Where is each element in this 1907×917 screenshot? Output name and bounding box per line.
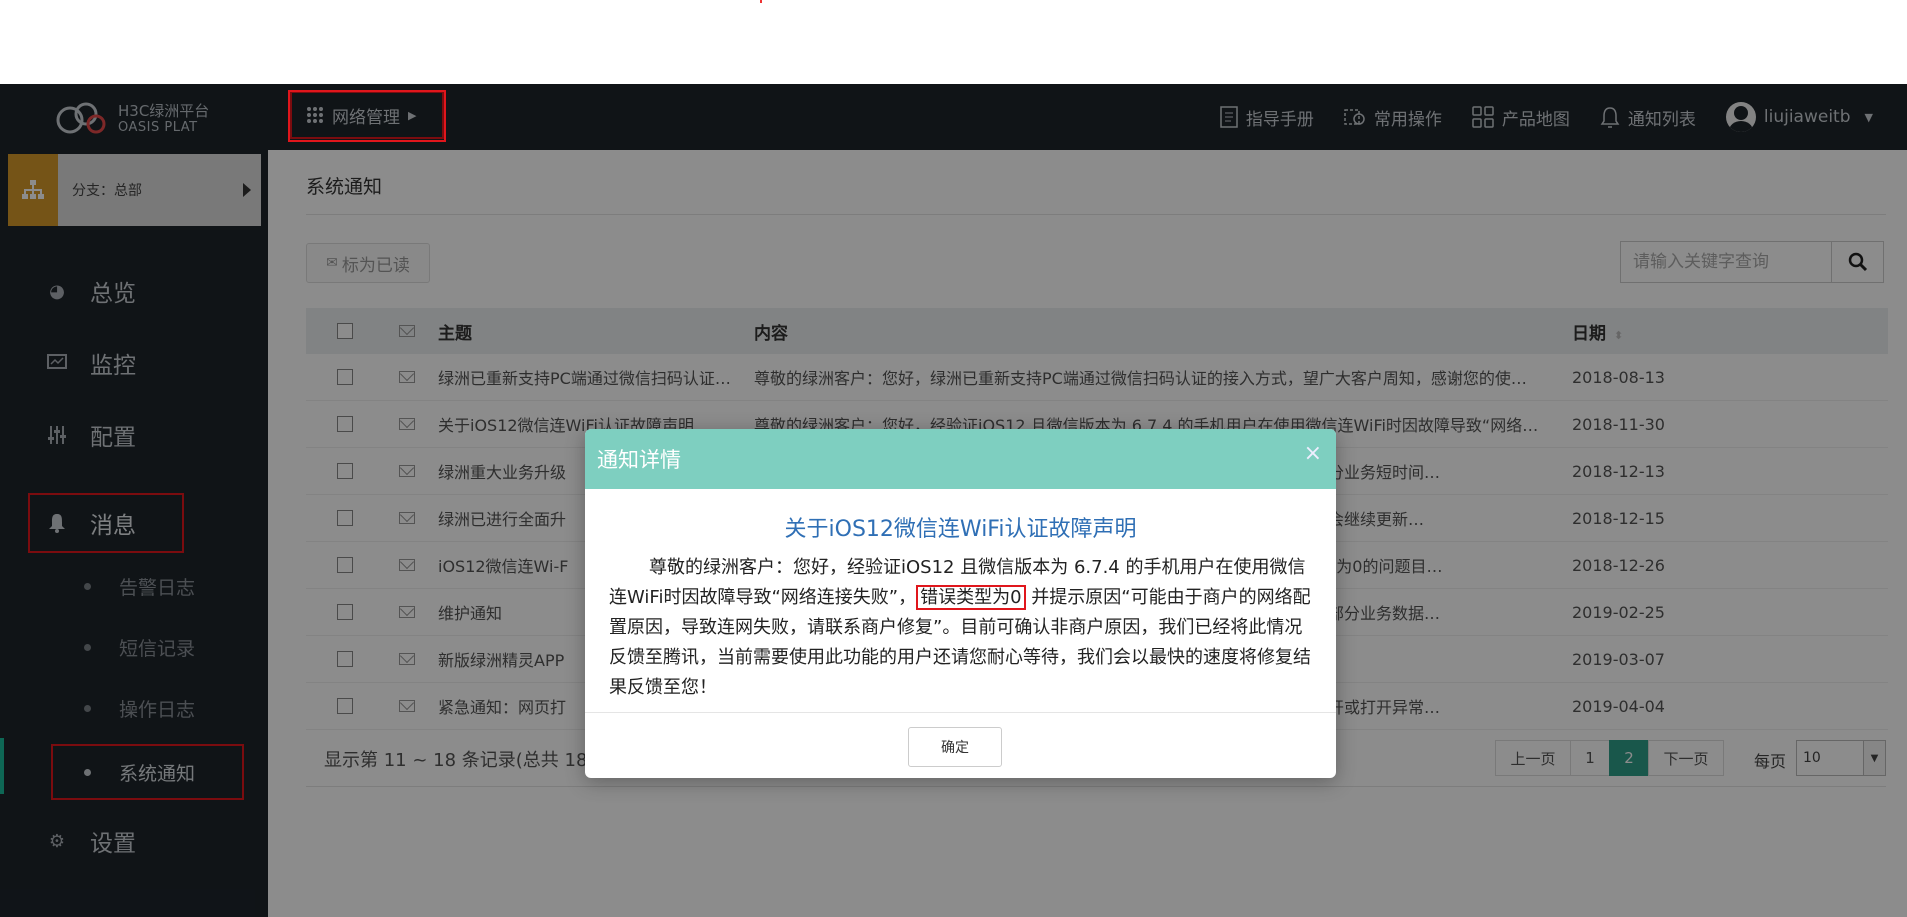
error-type-highlight: 错误类型为0	[916, 585, 1026, 610]
ok-button[interactable]: 确定	[908, 727, 1002, 767]
notice-detail-dialog: 通知详情 × 关于iOS12微信连WiFi认证故障声明 尊敬的绿洲客户：您好，经…	[585, 429, 1336, 778]
notice-title: 关于iOS12微信连WiFi认证故障声明	[784, 517, 1137, 542]
highlight-box	[288, 90, 446, 142]
top-blank-area	[0, 0, 1907, 84]
dialog-footer: 确定	[585, 712, 1336, 778]
red-marker	[760, 0, 762, 3]
dialog-header-title: 通知详情	[597, 448, 681, 472]
close-icon[interactable]: ×	[1304, 441, 1322, 466]
dialog-header: 通知详情 ×	[585, 429, 1336, 489]
